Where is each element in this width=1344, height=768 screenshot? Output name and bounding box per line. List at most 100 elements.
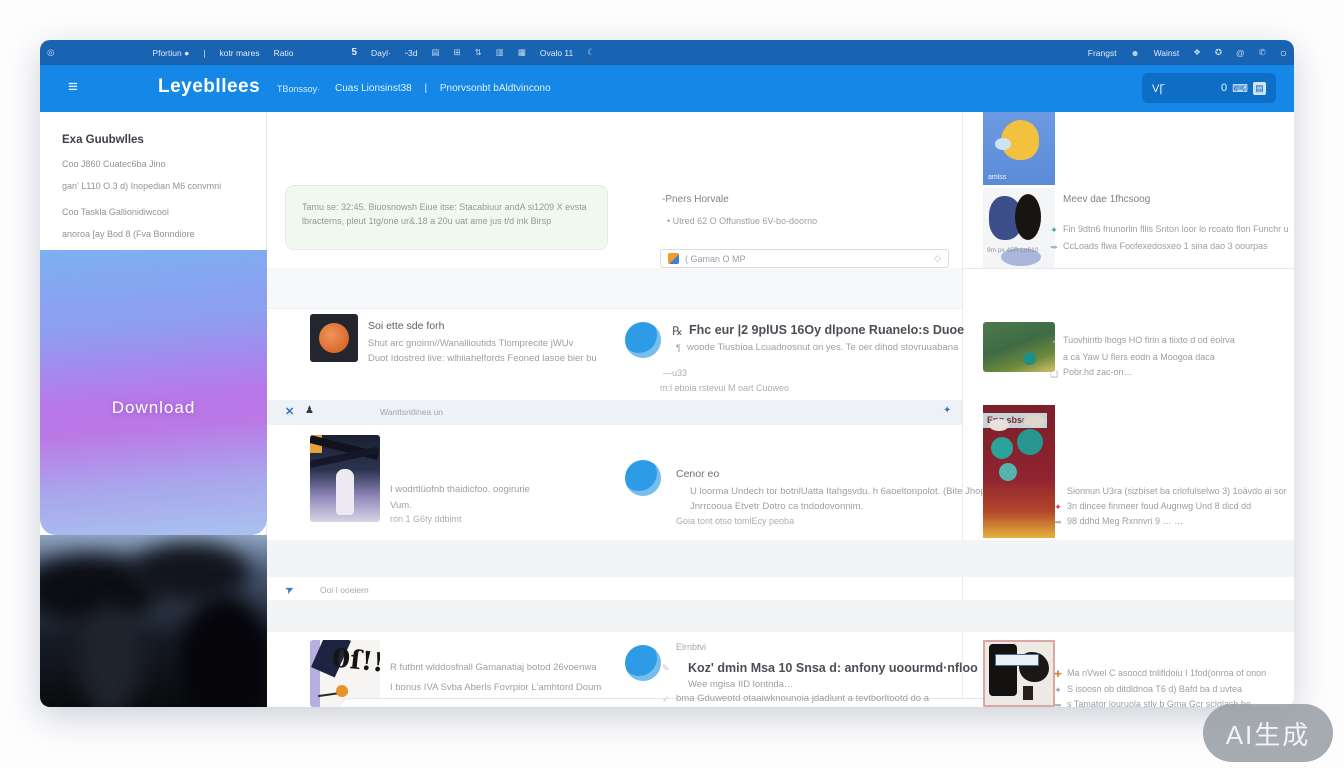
band-right-icon[interactable]: ✦ (943, 405, 951, 416)
list-tag-icon: ❏ (1048, 369, 1060, 380)
sidebar-link-1[interactable]: Coo J860 Cuatec6ba Jino (62, 159, 247, 169)
phone-icon[interactable]: ✆ (1259, 47, 1266, 58)
band-pawn-icon[interactable]: ♟ (305, 405, 314, 416)
right-list-item[interactable]: Pobr.hd zac-on… (1063, 367, 1293, 377)
list-star-icon: ✦ (1052, 502, 1064, 513)
site-logo[interactable]: Leyebllees (158, 76, 260, 98)
browser-logo-icon (668, 253, 679, 264)
download-button[interactable]: Download (40, 398, 267, 418)
download-banner[interactable]: Download (40, 250, 267, 535)
post-subline: Shut arc gnoinn//Wanallioutids Tlompreci… (368, 338, 608, 349)
thread-category: Elrnbtvi (676, 642, 706, 652)
quick-bullet[interactable]: • Utred 62 O Offunstlue 6V-bo-doorno (667, 216, 817, 226)
orange-dot (336, 685, 348, 697)
list-icon[interactable]: ▥ (496, 47, 504, 58)
nav-item-1[interactable]: Cuas Lionsinst38 (335, 83, 412, 94)
nav-item-2[interactable]: Pnorvsonbt bAldtvincono (440, 83, 551, 94)
right-list-item[interactable]: CcLoads flwa Foofexedosxeo 1 sina dao 3 … (1063, 241, 1293, 251)
mention-icon[interactable]: @ (1236, 48, 1245, 58)
search-right: 0 ⌨ ▤ (1221, 82, 1266, 95)
thread-meta[interactable]: m:l eboia rstevui M oart Cuoweo (660, 383, 789, 393)
header-nav: Cuas Lionsinst38 | Pnorvsonbt bAldtvinco… (335, 83, 561, 94)
post-thumbnail[interactable]: 0ſ!! (310, 640, 380, 707)
post-subline[interactable]: R futbnt wlddosfnall Gamanatiaj botod 26… (390, 662, 640, 673)
quick-search-input[interactable]: ( Gaman O MP ◇ (660, 249, 949, 268)
topbar-user-link[interactable]: Frangst (1088, 48, 1117, 58)
promo-image-duck[interactable]: amlss (983, 112, 1055, 185)
right-post-thumbnail[interactable] (983, 640, 1055, 707)
announcement-box: Tamu se: 32:45. Biuosnowsh Eiue itse: St… (285, 185, 608, 250)
section-band: ✕ ♟ Wanttsntlinea un ✦ (267, 400, 962, 425)
chat-icon[interactable]: ⌨ (1232, 82, 1248, 95)
post-thumbnail[interactable] (310, 314, 358, 362)
post-subline[interactable]: I wodrtlüofnb thaidicfoo. oogirurie (390, 484, 620, 495)
sidebar-photo (40, 535, 267, 707)
thread-subline: bma Gduweotd otaaiwknounoia jdadlunt a t… (676, 693, 952, 704)
content-area: Exa Guubwlles Coo J860 Cuatec6ba Jino ga… (40, 112, 1294, 707)
grid-icon[interactable]: ▦ (518, 47, 526, 58)
user-avatar[interactable] (625, 645, 661, 681)
topbar-link[interactable]: ᵕ3d (405, 48, 418, 58)
right-post-thumbnail[interactable] (983, 322, 1055, 372)
band-x-icon[interactable]: ✕ (285, 405, 294, 418)
topbar-link[interactable]: kotr mares (219, 48, 259, 58)
topbar-link[interactable]: Ovalo 11 (540, 48, 573, 58)
sidebar: Exa Guubwlles Coo J860 Cuatec6ba Jino ga… (40, 112, 267, 707)
pages-icon[interactable]: ▤ (432, 47, 440, 58)
upload-icon[interactable]: ◇ (934, 253, 941, 264)
right-list-item[interactable]: 98 ddhd Meg Rxnnvri 9 … … (1067, 516, 1293, 526)
right-list-item[interactable]: Tuovhintb lbogs HO firin a tiixto d od é… (1063, 335, 1293, 345)
keyboard-grid-icon[interactable]: ▤ (1253, 82, 1266, 95)
topbar-link[interactable]: Pfortiun ● (152, 48, 189, 58)
teal-circle (991, 437, 1013, 459)
topbar-link[interactable]: Ratio (274, 48, 294, 58)
thread-title-icon: ℞ (672, 324, 683, 338)
right-list-item[interactable]: 3n dincee finmeer foud Augnwg Und 8 dicd… (1067, 501, 1293, 511)
search-box[interactable]: VꞄ 0 ⌨ ▤ (1142, 73, 1276, 103)
page: ◎ Pfortiun ● | kotr mares Ratio 5 Dayl· … (0, 0, 1344, 768)
food-shape (989, 419, 1009, 431)
search-count: 0 (1221, 82, 1227, 94)
user-avatar[interactable] (625, 460, 661, 496)
top-utility-bar: ◎ Pfortiun ● | kotr mares Ratio 5 Dayl· … (40, 40, 1294, 65)
emoji-icon: ☻ (1131, 48, 1140, 58)
topbar-link[interactable]: Dayl· (371, 48, 391, 58)
apps-icon[interactable]: ⊞ (454, 47, 461, 58)
teal-circle (1017, 429, 1043, 455)
promo-image-art[interactable]: 9m ps 45R Lu610 (983, 188, 1055, 268)
sidebar-title: Exa Guubwlles (62, 134, 247, 146)
spacer-strip (267, 268, 962, 309)
thread-title[interactable]: Cenor eo (676, 468, 719, 480)
separator-band (267, 540, 1294, 577)
right-post-thumbnail[interactable]: Eng sbseus (983, 405, 1055, 538)
topbar-divider: | (203, 48, 205, 58)
right-list-item[interactable]: a ca Yaw U flers eodn a Moogoa daca (1063, 352, 1293, 362)
list-reply-icon: ➥ (1052, 517, 1064, 528)
moon-icon[interactable]: ☾ (587, 47, 595, 58)
topbar-user-link[interactable]: Wainst (1154, 48, 1180, 58)
avatar-icon[interactable]: ○ (1280, 46, 1287, 60)
right-list-item[interactable]: Ma nVwel C asoocd tnlifldoiu I 1fod(onro… (1067, 668, 1293, 678)
right-list-item[interactable]: S isoosn ob ditdldnoa T6 d) Bafd ba d uv… (1067, 684, 1293, 694)
sidebar-link-3[interactable]: Coo Taskla Gallionidiwcool (62, 207, 247, 217)
sort-icon[interactable]: ⇅ (475, 47, 482, 58)
thread-title[interactable]: Koz' dmin Msa 10 Snsa d: anfony uoourmd·… (688, 661, 978, 675)
message-icon[interactable]: ❖ (1193, 47, 1201, 58)
hamburger-menu-icon[interactable]: ≡ (68, 77, 78, 97)
post-title[interactable]: Soi ette sde forh (368, 320, 444, 332)
paper-plane-icon[interactable]: ➤ (283, 582, 297, 598)
post-thumbnail[interactable] (310, 435, 380, 522)
list-reply-icon: ➥ (1048, 242, 1060, 253)
orange-object (319, 323, 349, 353)
right-list-item[interactable]: Fin 9dtn6 fnunorlin fllis Snton loor lo … (1063, 224, 1293, 234)
teal-circle (999, 463, 1017, 481)
app-icon[interactable]: ◎ (47, 47, 54, 58)
post-subline: Vum. (390, 500, 412, 511)
sidebar-link-2[interactable]: gan' L110 O 3 d) Inopedian M6 convmni (62, 181, 247, 191)
thread-title[interactable]: Fhc eur |2 9plUS 16Oy dlpone Ruanelo:s D… (689, 323, 964, 337)
right-list-item[interactable]: Sionnun U3ra (sizbiset ba crlofulselwo 3… (1067, 486, 1293, 496)
quick-heading: -Pners Horvale (662, 194, 729, 205)
user-avatar[interactable] (625, 322, 661, 358)
badge-icon[interactable]: ✪ (1215, 47, 1222, 58)
sidebar-link-4[interactable]: anoroa [ay Bod 8 (Fva Bonndiore (62, 229, 247, 239)
